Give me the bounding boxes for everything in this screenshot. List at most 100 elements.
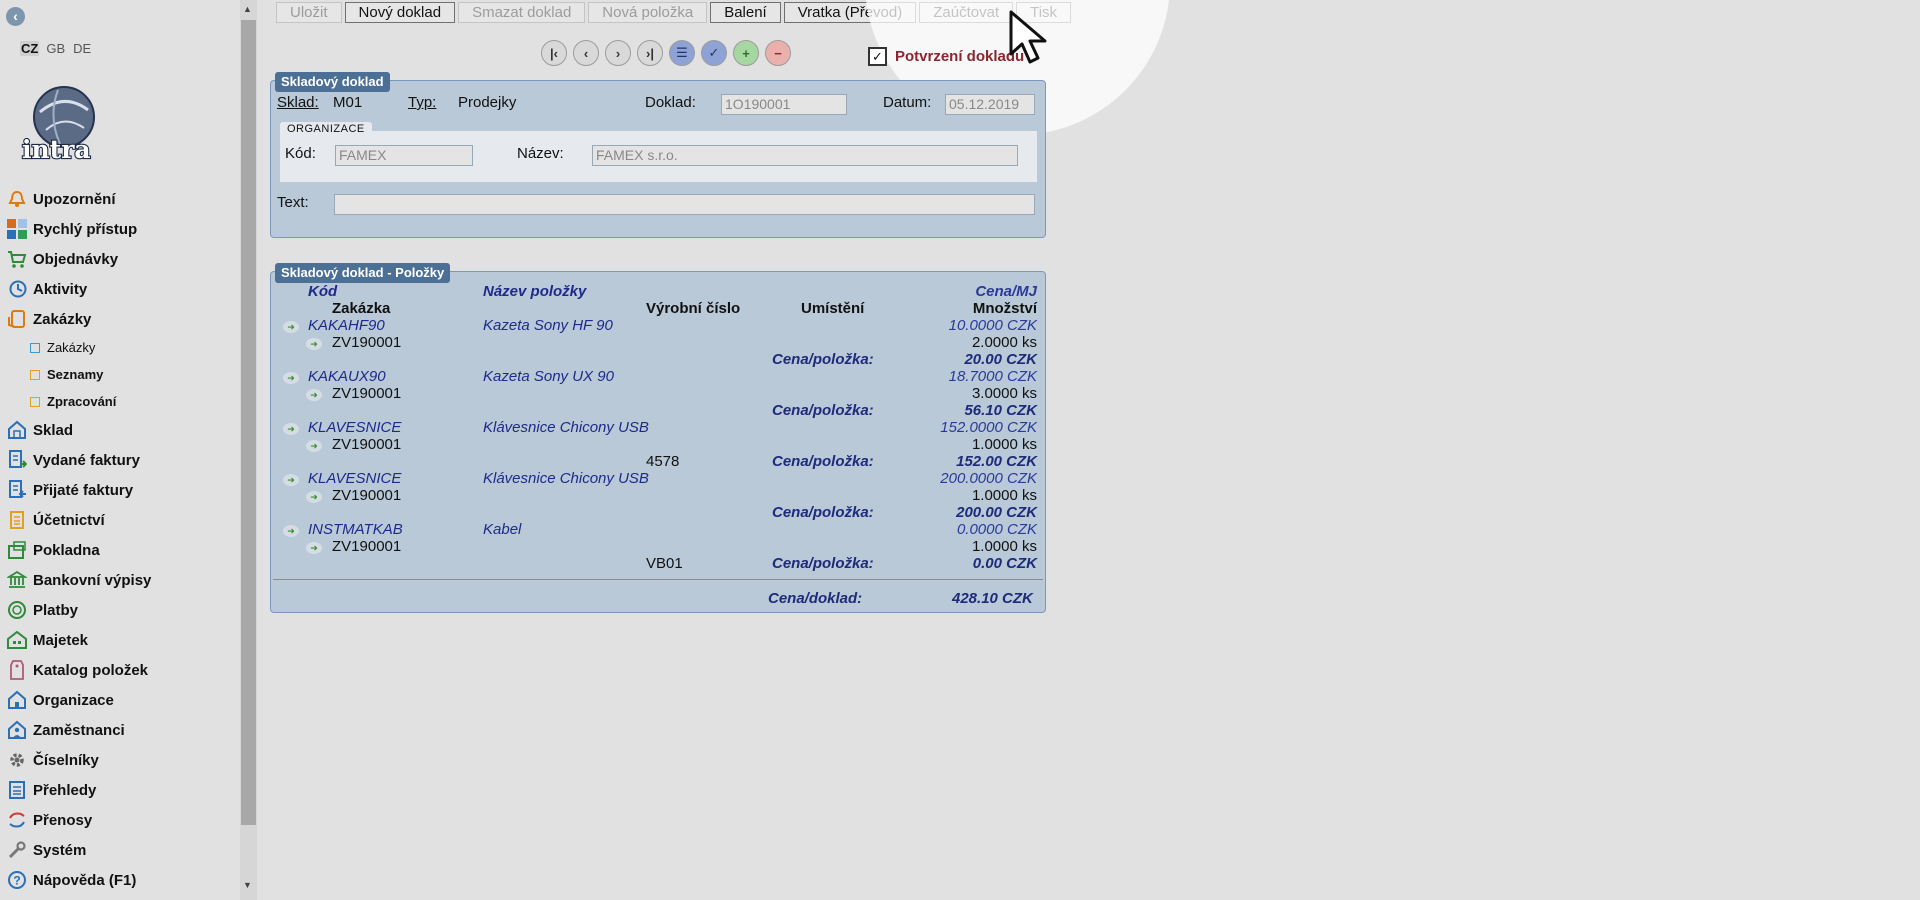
order-link-icon[interactable]: ➜ xyxy=(306,389,322,401)
row-expand-icon[interactable]: ➜ xyxy=(283,525,299,537)
sidebar-item[interactable]: Vydané faktury xyxy=(0,445,240,475)
type-label[interactable]: Typ: xyxy=(408,94,436,111)
row-expand-icon[interactable]: ➜ xyxy=(283,321,299,333)
item-unit-price: 18.7000 CZK xyxy=(948,368,1037,385)
item-unit-price: 10.0000 CZK xyxy=(948,317,1037,334)
wrench-icon xyxy=(4,839,30,861)
col-header-price-unit: Cena/MJ xyxy=(975,283,1037,300)
confirm-label: Potvrzení dokladu xyxy=(895,48,1025,65)
previous-record-icon[interactable]: ‹ xyxy=(573,40,599,66)
sidebar-scrollbar[interactable]: ▲ ▼ xyxy=(240,0,257,900)
item-code[interactable]: KLAVESNICE xyxy=(308,419,401,436)
sidebar-item[interactable]: Zakázky xyxy=(0,334,240,361)
return-transfer-button[interactable]: Vratka (Převod) xyxy=(783,2,917,23)
scroll-up-icon[interactable]: ▲ xyxy=(243,4,252,14)
sidebar-item[interactable]: Katalog položek xyxy=(0,655,240,685)
sidebar-item[interactable]: Pokladna xyxy=(0,535,240,565)
col-header-order: Zakázka xyxy=(332,300,391,317)
lang-gb[interactable]: GB xyxy=(45,41,66,56)
tag-icon xyxy=(4,659,30,681)
add-icon[interactable]: + xyxy=(733,40,759,66)
item-quantity: 3.0000 ks xyxy=(971,385,1037,402)
org-name-label: Název: xyxy=(517,145,564,162)
scroll-down-icon[interactable]: ▼ xyxy=(243,880,252,890)
next-record-icon[interactable]: › xyxy=(605,40,631,66)
row-expand-icon[interactable]: ➜ xyxy=(283,423,299,435)
document-number-field[interactable]: 1O190001 xyxy=(721,94,847,115)
item-quantity: 1.0000 ks xyxy=(971,538,1037,555)
sidebar-item[interactable]: ? Nápověda (F1) xyxy=(0,865,240,895)
sidebar-item[interactable]: Rychlý přístup xyxy=(0,214,240,244)
back-arrow-icon[interactable]: ‹ xyxy=(6,7,25,26)
new-item-button[interactable]: Nová položka xyxy=(588,2,708,23)
sidebar-item-label: Sklad xyxy=(33,421,74,439)
invoice-in-icon xyxy=(4,479,30,501)
sidebar-item[interactable]: Přijaté faktury xyxy=(0,475,240,505)
item-code[interactable]: KAKAHF90 xyxy=(308,317,385,334)
text-label: Text: xyxy=(277,194,309,211)
item-order: ZV190001 xyxy=(332,436,402,453)
order-link-icon[interactable]: ➜ xyxy=(306,338,322,350)
item-code[interactable]: KAKAUX90 xyxy=(308,368,386,385)
record-navigation: |‹ ‹ › ›| ☰ ✓ + − xyxy=(541,40,791,66)
confirm-checkbox[interactable]: ✓ xyxy=(868,47,887,66)
confirm-check-icon[interactable]: ✓ xyxy=(701,40,727,66)
item-serial: VB01 xyxy=(646,555,683,572)
sidebar-item-label: Zaměstnanci xyxy=(33,721,125,739)
sidebar-item[interactable]: Účetnictví xyxy=(0,505,240,535)
gear-icon xyxy=(4,749,30,771)
items-panel-title: Skladový doklad - Položky xyxy=(275,263,451,283)
document-confirmation[interactable]: ✓ Potvrzení dokladu xyxy=(868,47,1024,66)
org-code-field[interactable]: FAMEX xyxy=(335,145,473,166)
item-code[interactable]: INSTMATKAB xyxy=(308,521,403,538)
item-code[interactable]: KLAVESNICE xyxy=(308,470,401,487)
order-link-icon[interactable]: ➜ xyxy=(306,440,322,452)
row-expand-icon[interactable]: ➜ xyxy=(283,372,299,384)
sidebar-item[interactable]: Zpracování xyxy=(0,388,240,415)
order-link-icon[interactable]: ➜ xyxy=(306,542,322,554)
item-order: ZV190001 xyxy=(332,487,402,504)
sidebar-item[interactable]: Bankovní výpisy xyxy=(0,565,240,595)
last-record-icon[interactable]: ›| xyxy=(637,40,663,66)
org-name-field[interactable]: FAMEX s.r.o. xyxy=(592,145,1018,166)
items-panel: Skladový doklad - Položky Kód Název polo… xyxy=(270,263,1046,613)
order-link-icon[interactable]: ➜ xyxy=(306,491,322,503)
scrollbar-thumb[interactable] xyxy=(241,20,256,825)
remove-icon[interactable]: − xyxy=(765,40,791,66)
post-button[interactable]: Zaúčtovat xyxy=(919,2,1014,23)
sidebar-item[interactable]: Sklad xyxy=(0,415,240,445)
sidebar-item[interactable]: Zaměstnanci xyxy=(0,715,240,745)
sidebar-item[interactable]: Přehledy xyxy=(0,775,240,805)
sidebar-item[interactable]: Upozornění xyxy=(0,184,240,214)
sidebar-item[interactable]: Seznamy xyxy=(0,361,240,388)
list-icon[interactable]: ☰ xyxy=(669,40,695,66)
sidebar-item[interactable]: Systém xyxy=(0,835,240,865)
sidebar-item[interactable]: Platby xyxy=(0,595,240,625)
packing-button[interactable]: Balení xyxy=(710,2,781,23)
new-document-button[interactable]: Nový doklad xyxy=(344,2,456,23)
col-header-qty: Množství xyxy=(972,300,1037,317)
sidebar-item-label: Bankovní výpisy xyxy=(33,571,152,589)
sidebar-item[interactable]: Majetek xyxy=(0,625,240,655)
lang-cz[interactable]: CZ xyxy=(20,41,40,56)
warehouse-label[interactable]: Sklad: xyxy=(277,94,319,111)
row-expand-icon[interactable]: ➜ xyxy=(283,474,299,486)
sidebar-item[interactable]: Objednávky xyxy=(0,244,240,274)
building-icon xyxy=(4,689,30,711)
type-value: Prodejky xyxy=(458,94,517,111)
sidebar-item[interactable]: Organizace xyxy=(0,685,240,715)
date-field[interactable]: 05.12.2019 xyxy=(945,94,1035,115)
sidebar-item[interactable]: Číselníky xyxy=(0,745,240,775)
item-name: Klávesnice Chicony USB xyxy=(483,470,649,487)
first-record-icon[interactable]: |‹ xyxy=(541,40,567,66)
sidebar-item[interactable]: Zakázky xyxy=(0,304,240,334)
sidebar-item-label: Platby xyxy=(33,601,79,619)
sidebar-item[interactable]: Přenosy xyxy=(0,805,240,835)
save-button[interactable]: Uložit xyxy=(276,2,342,23)
delete-document-button[interactable]: Smazat doklad xyxy=(458,2,586,23)
text-field[interactable] xyxy=(334,194,1035,215)
sidebar-item[interactable]: Aktivity xyxy=(0,274,240,304)
document-label: Doklad: xyxy=(645,94,696,111)
clock-icon xyxy=(4,278,30,300)
lang-de[interactable]: DE xyxy=(72,41,92,56)
